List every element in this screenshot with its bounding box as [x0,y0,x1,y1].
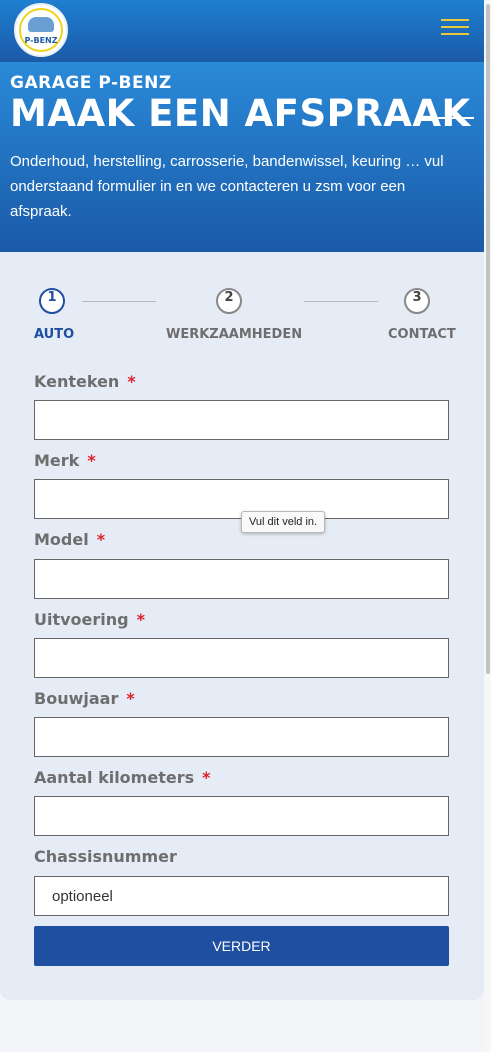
hero-kicker: GARAGE P-BENZ [10,73,172,93]
step-2-label: WERKZAAMHEDEN [166,327,303,342]
step-1-label: AUTO [34,327,75,342]
step-2-indicator[interactable]: 2 [216,288,242,314]
bouwjaar-input[interactable] [34,717,449,757]
next-button[interactable]: VERDER [34,926,449,966]
title-divider [428,117,474,119]
hero-banner: GARAGE P-BENZ MAAK EEN AFSPRAAK Onderhou… [0,62,484,252]
uitvoering-label: Uitvoering * [34,610,145,629]
chassisnummer-label: Chassisnummer [34,847,177,866]
page-scrollbar[interactable] [485,0,491,1052]
page-title: MAAK EEN AFSPRAAK [10,92,471,135]
required-mark: * [127,372,136,391]
step-1-indicator[interactable]: 1 [39,288,65,314]
model-label: Model * [34,530,106,549]
model-input[interactable] [34,559,449,599]
kenteken-input[interactable] [34,400,449,440]
required-mark: * [136,610,145,629]
required-mark: * [87,451,96,470]
logo-text: P-BENZ [24,36,58,45]
uitvoering-input[interactable] [34,638,449,678]
kilometers-input[interactable] [34,796,449,836]
kilometers-label: Aantal kilometers * [34,768,211,787]
step-connector-1 [82,301,156,302]
step-connector-2 [304,301,378,302]
step-3-label: CONTACT [388,327,456,342]
required-mark: * [126,689,135,708]
required-mark: * [96,530,106,549]
kenteken-label: Kenteken * [34,372,136,391]
scrollbar-thumb[interactable] [486,4,490,674]
hamburger-menu-icon[interactable] [439,15,471,39]
hero-intro-text: Onderhoud, herstelling, carrosserie, ban… [10,153,444,220]
validation-tooltip: Vul dit veld in. [241,511,326,533]
garage-logo[interactable]: P-BENZ [14,3,68,57]
step-3-indicator[interactable]: 3 [404,288,430,314]
merk-label: Merk * [34,451,96,470]
top-navigation-bar: P-BENZ [0,0,484,62]
chassisnummer-input[interactable] [34,876,449,916]
required-mark: * [202,768,211,787]
car-icon [28,17,54,32]
bouwjaar-label: Bouwjaar * [34,689,135,708]
